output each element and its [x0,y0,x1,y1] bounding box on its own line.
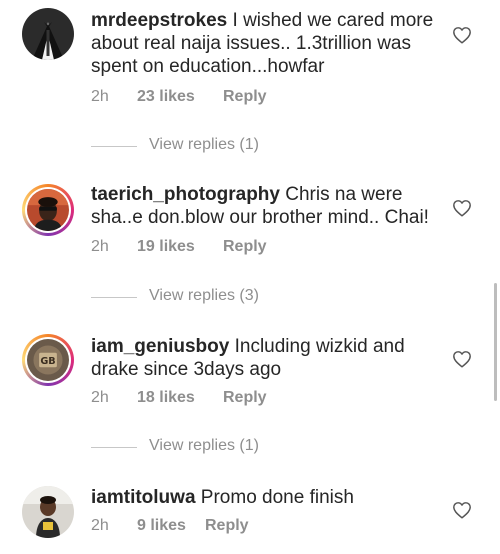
divider [91,447,137,448]
reply-button[interactable]: Reply [223,238,267,256]
comment-likes[interactable]: 19 likes [137,238,223,256]
comment-username[interactable]: iam_geniusboy [91,336,229,357]
view-replies-button[interactable]: View replies (1) [91,136,391,156]
view-replies-button[interactable]: View replies (3) [91,287,391,307]
comment-time: 2h [91,238,109,255]
gb-logo-avatar-icon: GB [27,339,69,381]
reply-button[interactable]: Reply [205,517,249,535]
heart-outline-icon [453,200,471,217]
comment-meta: 2h 18 likes Reply [91,389,267,407]
comment-likes[interactable]: 18 likes [137,389,223,407]
avatar[interactable] [22,184,74,236]
heart-outline-icon [453,27,471,44]
like-button[interactable] [452,199,472,217]
like-button[interactable] [452,350,472,368]
avatar[interactable] [22,8,74,60]
comment-body: Promo done finish [195,487,354,508]
comment-username[interactable]: taerich_photography [91,184,280,205]
scrollbar[interactable] [494,283,497,401]
view-replies-button[interactable]: View replies (1) [91,437,391,457]
avatar-image [25,187,71,233]
comment-text: iam_geniusboy Including wizkid and drake… [91,335,436,381]
divider [91,146,137,147]
person-avatar-icon [27,189,69,231]
reply-button[interactable]: Reply [223,389,267,407]
comment-meta: 2h 19 likes Reply [91,238,267,256]
heart-outline-icon [453,502,471,519]
comment-time: 2h [91,517,109,534]
comment-time: 2h [91,88,109,105]
comment-username[interactable]: iamtitoluwa [91,487,196,508]
divider [91,297,137,298]
view-replies-label: View replies (3) [149,287,259,304]
avatar[interactable]: GB [22,334,74,386]
comment-likes[interactable]: 9 likes [137,517,205,535]
avatar[interactable] [22,486,74,538]
avatar-image: GB [25,337,71,383]
comment-meta: 2h 23 likes Reply [91,88,267,106]
tuxedo-avatar-icon [22,8,74,60]
like-button[interactable] [452,26,472,44]
comment-username[interactable]: mrdeepstrokes [91,10,227,31]
comment-time: 2h [91,389,109,406]
comment-text: taerich_photography Chris na were sha..e… [91,183,436,229]
heart-outline-icon [453,351,471,368]
comment-likes[interactable]: 23 likes [137,88,223,106]
comment-text: iamtitoluwa Promo done finish [91,486,436,509]
view-replies-label: View replies (1) [149,437,259,454]
view-replies-label: View replies (1) [149,136,259,153]
child-avatar-icon [22,486,74,538]
comment-text: mrdeepstrokes I wished we cared more abo… [91,9,436,78]
comment-meta: 2h 9 likes Reply [91,517,249,535]
svg-text:GB: GB [40,356,55,367]
like-button[interactable] [452,501,472,519]
reply-button[interactable]: Reply [223,88,267,106]
